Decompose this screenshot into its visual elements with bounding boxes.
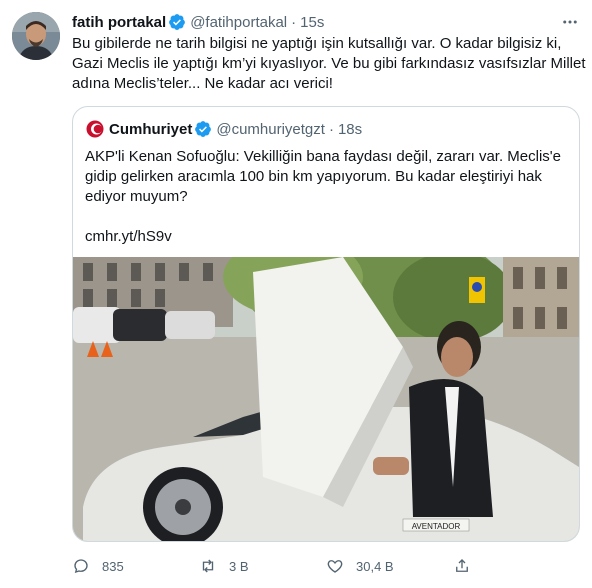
verified-badge-icon	[169, 14, 186, 30]
quoted-author-handle[interactable]: @cumhuriyetgzt	[216, 121, 325, 138]
tweet[interactable]: fatih portakal @fatihportakal · 15s Bu g…	[0, 0, 592, 588]
quoted-tweet-header: Cumhuriyet @cumhuriyetgzt · 18s	[85, 119, 362, 139]
reply-button[interactable]: 835	[72, 557, 199, 575]
quoted-text-line: AKP'li Kenan Sofuoğlu: Vekilliğin bana f…	[85, 148, 561, 165]
verified-badge-icon	[195, 121, 212, 137]
tweet-text-line: Gazi Meclis ile yaptığı km’yi kıyaslıyor…	[72, 55, 586, 72]
like-count: 30,4 B	[356, 558, 394, 574]
tweet-actions: 835 3 B 30,4 B	[72, 556, 580, 576]
retweet-button[interactable]: 3 B	[199, 557, 326, 575]
tweet-header: fatih portakal @fatihportakal · 15s	[72, 12, 324, 32]
cumhuriyet-logo-icon	[85, 119, 105, 139]
separator-dot: ·	[328, 120, 334, 138]
quoted-author-name[interactable]: Cumhuriyet	[109, 121, 192, 138]
quoted-text-line: gidip gelirken aracımla 100 bin km yapıy…	[85, 168, 542, 185]
more-icon	[563, 20, 577, 24]
car-badge: AVENTADOR	[412, 522, 461, 531]
retweet-count: 3 B	[229, 558, 249, 574]
tweet-text-line: Bu gibilerde ne tarih bilgisi ne yaptığı…	[72, 35, 562, 52]
quoted-text-line: ediyor muyum?	[85, 188, 188, 205]
tweet-text: Bu gibilerde ne tarih bilgisi ne yaptığı…	[72, 34, 586, 94]
quoted-tweet-photo[interactable]: AVENTADOR	[73, 257, 579, 541]
author-handle[interactable]: @fatihportakal	[190, 14, 287, 31]
reply-count: 835	[102, 558, 124, 574]
tweet-text-line: adına Meclis’teler... Ne kadar acı veric…	[72, 75, 333, 92]
quoted-tweet-time[interactable]: 18s	[338, 121, 362, 138]
share-button[interactable]	[453, 557, 580, 575]
like-button[interactable]: 30,4 B	[326, 557, 453, 575]
more-options-button[interactable]	[558, 10, 582, 34]
share-icon	[456, 559, 468, 572]
quoted-tweet[interactable]: Cumhuriyet @cumhuriyetgzt · 18s AKP'li K…	[72, 106, 580, 542]
tweet-time[interactable]: 15s	[300, 14, 324, 31]
reply-icon	[74, 559, 88, 574]
heart-icon	[327, 560, 343, 573]
avatar[interactable]	[12, 12, 60, 60]
quoted-tweet-text: AKP'li Kenan Sofuoğlu: Vekilliğin bana f…	[85, 147, 569, 207]
retweet-icon	[202, 559, 214, 573]
author-name[interactable]: fatih portakal	[72, 14, 166, 31]
quoted-tweet-link[interactable]: cmhr.yt/hS9v	[85, 227, 172, 247]
separator-dot: ·	[291, 13, 297, 31]
